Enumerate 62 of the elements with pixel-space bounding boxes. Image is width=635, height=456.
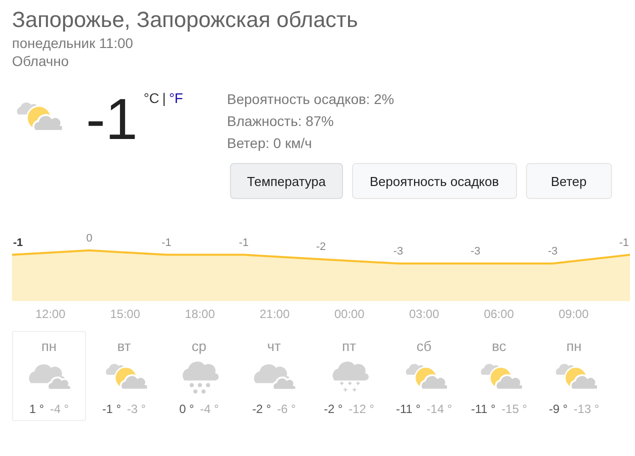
data-label: -3 (393, 246, 404, 258)
temperature: -1 (86, 88, 138, 152)
time-label: 00:00 (333, 307, 366, 321)
detail-text: Влажность: 87% (227, 112, 335, 131)
day-name: вт (117, 338, 131, 354)
detail-text: Ветер: 0 км/ч (227, 134, 313, 153)
data-label: 0 (86, 232, 92, 244)
day-card[interactable]: сб -11 ° -14 ° (387, 331, 461, 421)
data-label: -2 (316, 241, 326, 254)
time-label: 09:00 (558, 307, 590, 321)
time-label: 06:00 (482, 307, 515, 321)
day-name: чт (267, 338, 281, 354)
unit-toggle[interactable]: °F (168, 90, 184, 106)
high-temperature: -9 ° (548, 402, 568, 416)
high-temperature: -2 ° (252, 402, 271, 416)
tab[interactable]: Вероятность осадков (352, 163, 517, 199)
time-label: 03:00 (408, 307, 440, 321)
high-temperature: -11 ° (470, 402, 496, 416)
day-card[interactable]: пт -2 ° -12 ° (312, 331, 386, 421)
low-temperature: -6 ° (277, 402, 296, 416)
high-temperature: 1 ° (29, 402, 44, 416)
day-name: пн (41, 338, 57, 354)
low-temperature: -4 ° (50, 402, 69, 416)
time-label: 15:00 (109, 307, 142, 321)
day-card[interactable]: чт -2 ° -6 ° (237, 331, 311, 421)
low-temperature: -14 ° (426, 402, 452, 416)
day-card[interactable]: вт -1 ° -3 ° (87, 331, 161, 421)
detail-text: Вероятность осадков: 2% (227, 90, 396, 109)
day-name: ср (192, 338, 206, 354)
day-name: вс (492, 338, 506, 354)
high-temperature: -2 ° (324, 402, 343, 416)
low-temperature: -13 ° (574, 402, 600, 416)
data-label: -1 (13, 236, 23, 249)
time-label: 21:00 (258, 307, 291, 321)
day-name: пт (342, 338, 356, 354)
low-temperature: -15 ° (502, 402, 528, 416)
location-title: Запорожье, Запорожская область (12, 6, 359, 34)
low-temperature: -12 ° (348, 402, 374, 416)
unit-separator: | (162, 90, 166, 106)
low-temperature: -3 ° (127, 402, 146, 416)
time-label: 12:00 (34, 307, 66, 321)
data-label: -1 (619, 236, 629, 249)
unit-toggle[interactable]: °C (144, 90, 160, 106)
high-temperature: -1 ° (102, 402, 121, 416)
data-label: -3 (470, 246, 480, 258)
high-temperature: 0 ° (179, 402, 194, 416)
day-card[interactable]: ср 0 ° -4 ° (162, 331, 236, 421)
day-name: пн (566, 338, 582, 354)
condition-text: Облачно (12, 52, 70, 70)
high-temperature: -11 ° (396, 402, 421, 416)
time-label: 18:00 (184, 307, 216, 321)
day-card[interactable]: вс -11 ° -15 ° (462, 331, 536, 421)
tab[interactable]: Ветер (526, 163, 612, 199)
day-card[interactable]: пн -9 ° -13 ° (537, 331, 611, 421)
day-card[interactable]: пн 1 ° -4 ° (12, 331, 86, 421)
day-name: сб (416, 338, 432, 354)
date-time: понедельник 11:00 (12, 34, 134, 52)
tab[interactable]: Температура (230, 163, 343, 199)
data-label: -3 (548, 246, 558, 258)
data-label: -1 (238, 236, 249, 249)
data-label: -1 (162, 236, 172, 249)
low-temperature: -4 ° (200, 402, 219, 416)
